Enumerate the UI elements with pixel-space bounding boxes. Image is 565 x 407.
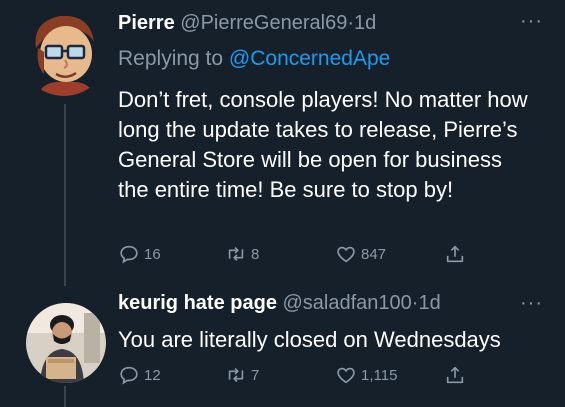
- share-button[interactable]: [444, 243, 470, 265]
- avatar[interactable]: [26, 303, 106, 383]
- retweet-count: 7: [251, 366, 260, 384]
- display-name[interactable]: Pierre: [118, 12, 175, 34]
- like-button[interactable]: 847: [335, 243, 386, 265]
- reply-button[interactable]: 12: [118, 364, 161, 386]
- thread-line: [64, 104, 66, 286]
- reply-count: 12: [144, 366, 161, 384]
- thread-line: [64, 386, 66, 407]
- action-bar: 16 8 847: [118, 243, 538, 269]
- tweet-header: Pierre @PierreGeneral69·1d: [118, 12, 376, 35]
- like-icon: [337, 367, 355, 384]
- tweet-pierre[interactable]: Pierre @PierreGeneral69·1d ··· Replying …: [0, 0, 565, 286]
- reply-icon: [120, 366, 138, 385]
- user-handle[interactable]: @PierreGeneral69: [180, 12, 347, 34]
- like-icon: [337, 246, 355, 263]
- like-button[interactable]: 1,115: [335, 364, 397, 386]
- display-name[interactable]: keurig hate page: [118, 292, 277, 314]
- share-button[interactable]: [444, 364, 470, 386]
- replying-to-mention[interactable]: @ConcernedApe: [229, 47, 390, 70]
- share-icon: [446, 245, 464, 263]
- replying-to-label: Replying to: [118, 47, 224, 70]
- user-handle[interactable]: @saladfan100: [283, 292, 412, 314]
- timestamp[interactable]: 1d: [354, 12, 376, 34]
- like-count: 1,115: [361, 366, 398, 384]
- tweet-keurig[interactable]: keurig hate page @saladfan100·1d ··· You…: [0, 286, 565, 407]
- more-options-icon[interactable]: ···: [520, 10, 543, 33]
- timestamp[interactable]: 1d: [418, 292, 440, 314]
- retweet-icon: [228, 246, 244, 262]
- tweet-text: You are literally closed on Wednesdays: [118, 327, 501, 352]
- like-count: 847: [361, 245, 387, 263]
- retweet-button[interactable]: 8: [225, 243, 259, 265]
- separator-dot: ·: [347, 12, 355, 34]
- tweet-header: keurig hate page @saladfan100·1d: [118, 292, 441, 315]
- retweet-button[interactable]: 7: [225, 364, 259, 386]
- retweet-icon: [228, 367, 244, 383]
- more-options-icon[interactable]: ···: [520, 292, 543, 315]
- replying-to: Replying to @ConcernedApe: [118, 47, 390, 71]
- retweet-count: 8: [251, 245, 260, 263]
- avatar[interactable]: [20, 8, 108, 96]
- action-bar: 12 7 1,115: [118, 364, 538, 390]
- reply-count: 16: [144, 245, 161, 263]
- reply-button[interactable]: 16: [118, 243, 161, 265]
- reply-icon: [120, 245, 138, 264]
- tweet-text: Don’t fret, console players! No matter h…: [118, 87, 528, 202]
- share-icon: [446, 366, 464, 384]
